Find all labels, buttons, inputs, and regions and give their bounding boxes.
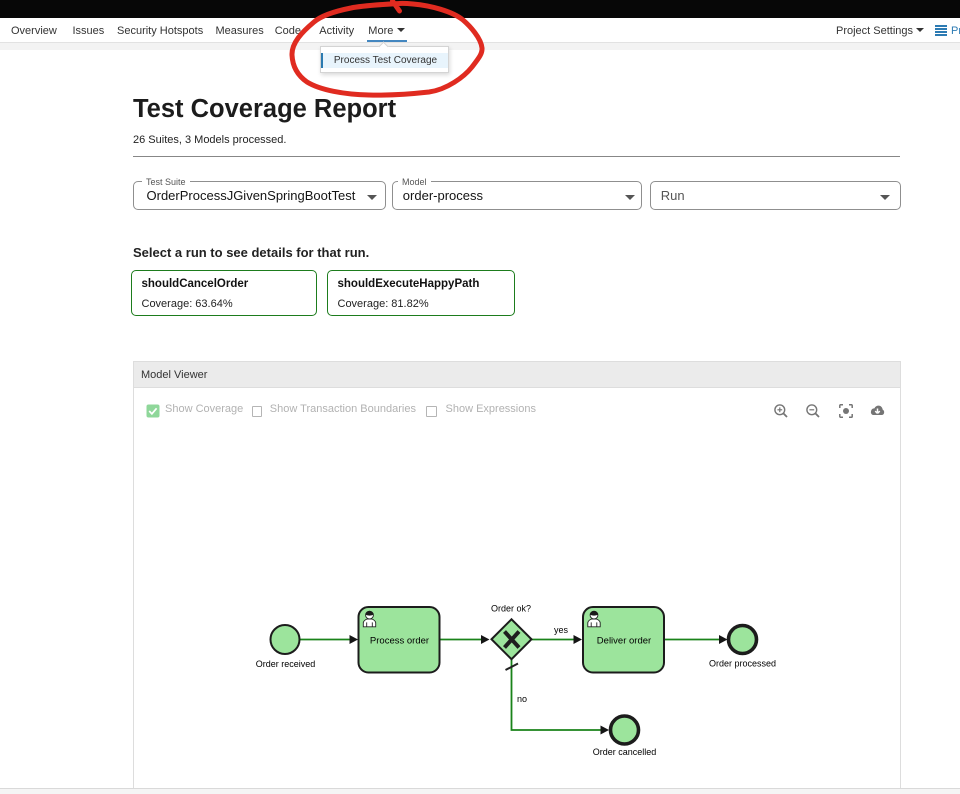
svg-text:yes: yes (554, 625, 569, 635)
svg-text:Order processed: Order processed (709, 659, 776, 669)
svg-text:Order cancelled: Order cancelled (593, 747, 657, 757)
svg-text:Order received: Order received (256, 659, 316, 669)
svg-text:Deliver order: Deliver order (597, 636, 651, 647)
svg-text:Order ok?: Order ok? (491, 604, 531, 614)
svg-text:no: no (517, 694, 527, 704)
svg-text:Process order: Process order (370, 636, 429, 647)
